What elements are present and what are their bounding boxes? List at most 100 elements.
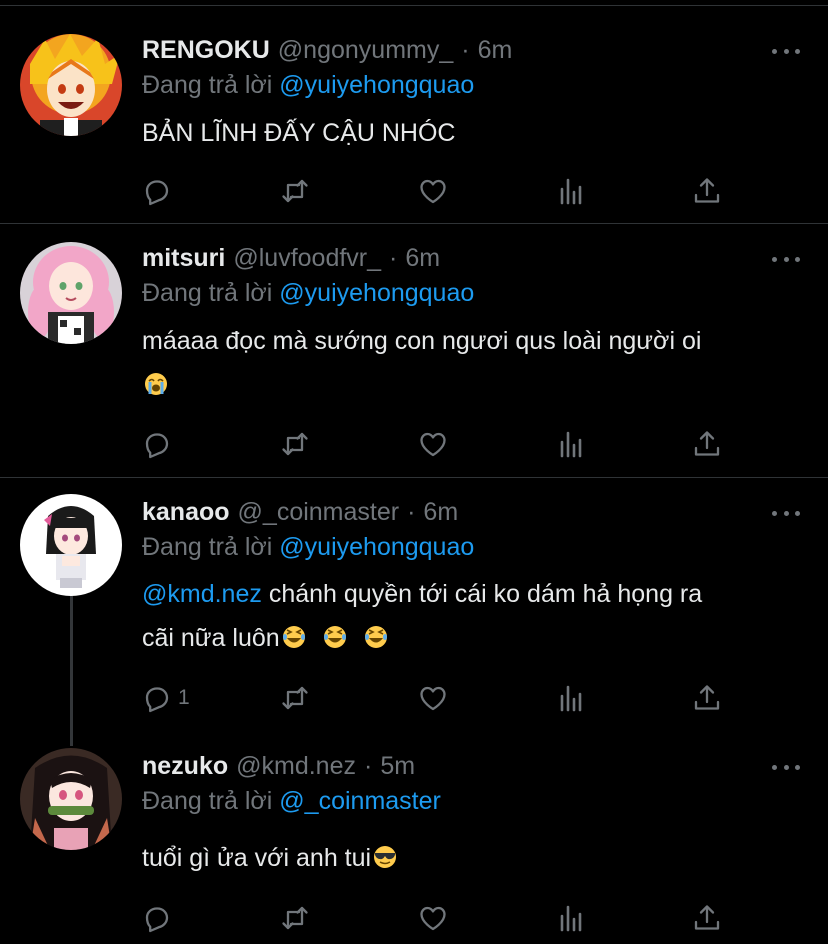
replying-label: Đang trả lời: [142, 279, 273, 307]
reply-count: 1: [178, 686, 190, 709]
tweet-header: RENGOKU @ngonyummy_ · 6m: [142, 33, 512, 67]
share-button[interactable]: [692, 426, 722, 462]
like-icon: [420, 179, 446, 204]
tweet-header: mitsuri @luvfoodfvr_ · 6m: [142, 241, 440, 275]
avatar[interactable]: [20, 748, 122, 850]
like-button[interactable]: [418, 680, 448, 716]
tweet-actions: 1: [140, 680, 730, 716]
analytics-button[interactable]: [556, 173, 586, 209]
tweet-text-line: BẢN LĨNH ĐẤY CẬU NHÓC: [142, 119, 456, 147]
separator-dot: ·: [461, 35, 470, 64]
tweet-text: BẢN LĨNH ĐẤY CẬU NHÓC: [142, 111, 802, 155]
tweet-actions: [140, 426, 730, 462]
like-button[interactable]: [418, 900, 448, 936]
tweet-text: tuổi gì ửa với anh tui: [142, 836, 802, 880]
retweet-button[interactable]: [280, 900, 310, 936]
tweet-text: @kmd.nez chánh quyền tới cái ko dám hả h…: [142, 572, 802, 660]
replying-label: Đang trả lời: [142, 71, 273, 99]
text-mention[interactable]: @kmd.nez: [142, 580, 262, 608]
like-button[interactable]: [418, 426, 448, 462]
reply-button[interactable]: [142, 900, 172, 936]
laughing-emoji-icon: [364, 626, 387, 648]
tweet-text: máaaa đọc mà sướng con ngươi qus loài ng…: [142, 319, 802, 407]
avatar[interactable]: [20, 242, 122, 344]
like-icon: [420, 432, 446, 457]
replying-label: Đang trả lời: [142, 787, 273, 815]
tweet-4[interactable]: nezuko @kmd.nez · 5m Đang trả lời @_coin…: [0, 732, 828, 944]
display-name[interactable]: RENGOKU: [142, 36, 270, 65]
user-handle[interactable]: @ngonyummy_: [278, 36, 453, 65]
avatar[interactable]: [20, 494, 122, 596]
reply-button[interactable]: [142, 173, 172, 209]
analytics-button[interactable]: [556, 680, 586, 716]
replying-to: Đang trả lời @yuiyehongquao: [142, 533, 474, 562]
reply-to-mention[interactable]: @yuiyehongquao: [279, 71, 474, 99]
tweet-text-line: cãi nữa luôn: [142, 624, 280, 652]
avatar-image-mitsuri: [20, 242, 122, 344]
share-icon: [694, 905, 720, 930]
reply-to-mention[interactable]: @yuiyehongquao: [279, 533, 474, 561]
analytics-icon: [560, 431, 582, 458]
retweet-icon: [282, 686, 308, 710]
timestamp[interactable]: 6m: [423, 498, 458, 527]
share-button[interactable]: [692, 680, 722, 716]
analytics-button[interactable]: [556, 900, 586, 936]
separator-dot: ·: [407, 497, 416, 526]
avatar-image-nezuko: [20, 748, 122, 850]
reply-to-mention[interactable]: @_coinmaster: [279, 787, 441, 815]
like-button[interactable]: [418, 173, 448, 209]
like-icon: [420, 686, 446, 711]
share-icon: [694, 685, 720, 710]
reply-icon: [145, 433, 169, 459]
timestamp[interactable]: 5m: [380, 752, 415, 781]
like-icon: [420, 906, 446, 931]
timestamp[interactable]: 6m: [478, 36, 513, 65]
retweet-icon: [282, 906, 308, 930]
avatar-image-kanaoo: [20, 494, 122, 596]
retweet-button[interactable]: [280, 173, 310, 209]
laughing-emoji-icon: [323, 626, 346, 648]
tweet-header: nezuko @kmd.nez · 5m: [142, 749, 415, 783]
display-name[interactable]: nezuko: [142, 752, 228, 781]
laughing-emoji-icon: [282, 626, 305, 648]
display-name[interactable]: kanaoo: [142, 498, 230, 527]
user-handle[interactable]: @kmd.nez: [236, 752, 356, 781]
replying-label: Đang trả lời: [142, 533, 273, 561]
tweet-actions: [140, 900, 730, 936]
tweet-2[interactable]: mitsuri @luvfoodfvr_ · 6m Đang trả lời @…: [0, 224, 828, 478]
replying-to: Đang trả lời @yuiyehongquao: [142, 279, 474, 308]
tweet-3[interactable]: kanaoo @_coinmaster · 6m Đang trả lời @y…: [0, 478, 828, 732]
retweet-icon: [282, 432, 308, 456]
replying-to: Đang trả lời @yuiyehongquao: [142, 71, 474, 100]
timestamp[interactable]: 6m: [405, 244, 440, 273]
sunglasses-emoji-icon: [374, 846, 397, 868]
reply-icon: [145, 687, 169, 713]
share-button[interactable]: [692, 900, 722, 936]
share-icon: [694, 431, 720, 456]
reply-icon: [145, 907, 169, 933]
reply-button[interactable]: [142, 426, 172, 462]
share-button[interactable]: [692, 173, 722, 209]
user-handle[interactable]: @luvfoodfvr_: [233, 244, 381, 273]
analytics-button[interactable]: [556, 426, 586, 462]
analytics-icon: [560, 685, 582, 712]
more-icon[interactable]: [772, 46, 800, 56]
tweet-text-line: máaaa đọc mà sướng con ngươi qus loài ng…: [142, 327, 702, 355]
retweet-button[interactable]: [280, 426, 310, 462]
separator-dot: ·: [364, 751, 373, 780]
retweet-button[interactable]: [280, 680, 310, 716]
user-handle[interactable]: @_coinmaster: [238, 498, 400, 527]
more-icon[interactable]: [772, 508, 800, 518]
reply-to-mention[interactable]: @yuiyehongquao: [279, 279, 474, 307]
share-icon: [694, 178, 720, 203]
tweet-text-line: chánh quyền tới cái ko dám hả họng ra: [261, 580, 703, 608]
reply-button[interactable]: 1: [142, 680, 190, 716]
display-name[interactable]: mitsuri: [142, 244, 225, 273]
tweet-header: kanaoo @_coinmaster · 6m: [142, 495, 458, 529]
more-icon[interactable]: [772, 762, 800, 772]
replying-to: Đang trả lời @_coinmaster: [142, 787, 441, 816]
retweet-icon: [282, 179, 308, 203]
tweet-1[interactable]: RENGOKU @ngonyummy_ · 6m Đang trả lời @y…: [0, 0, 828, 224]
avatar[interactable]: [20, 34, 122, 136]
more-icon[interactable]: [772, 254, 800, 264]
